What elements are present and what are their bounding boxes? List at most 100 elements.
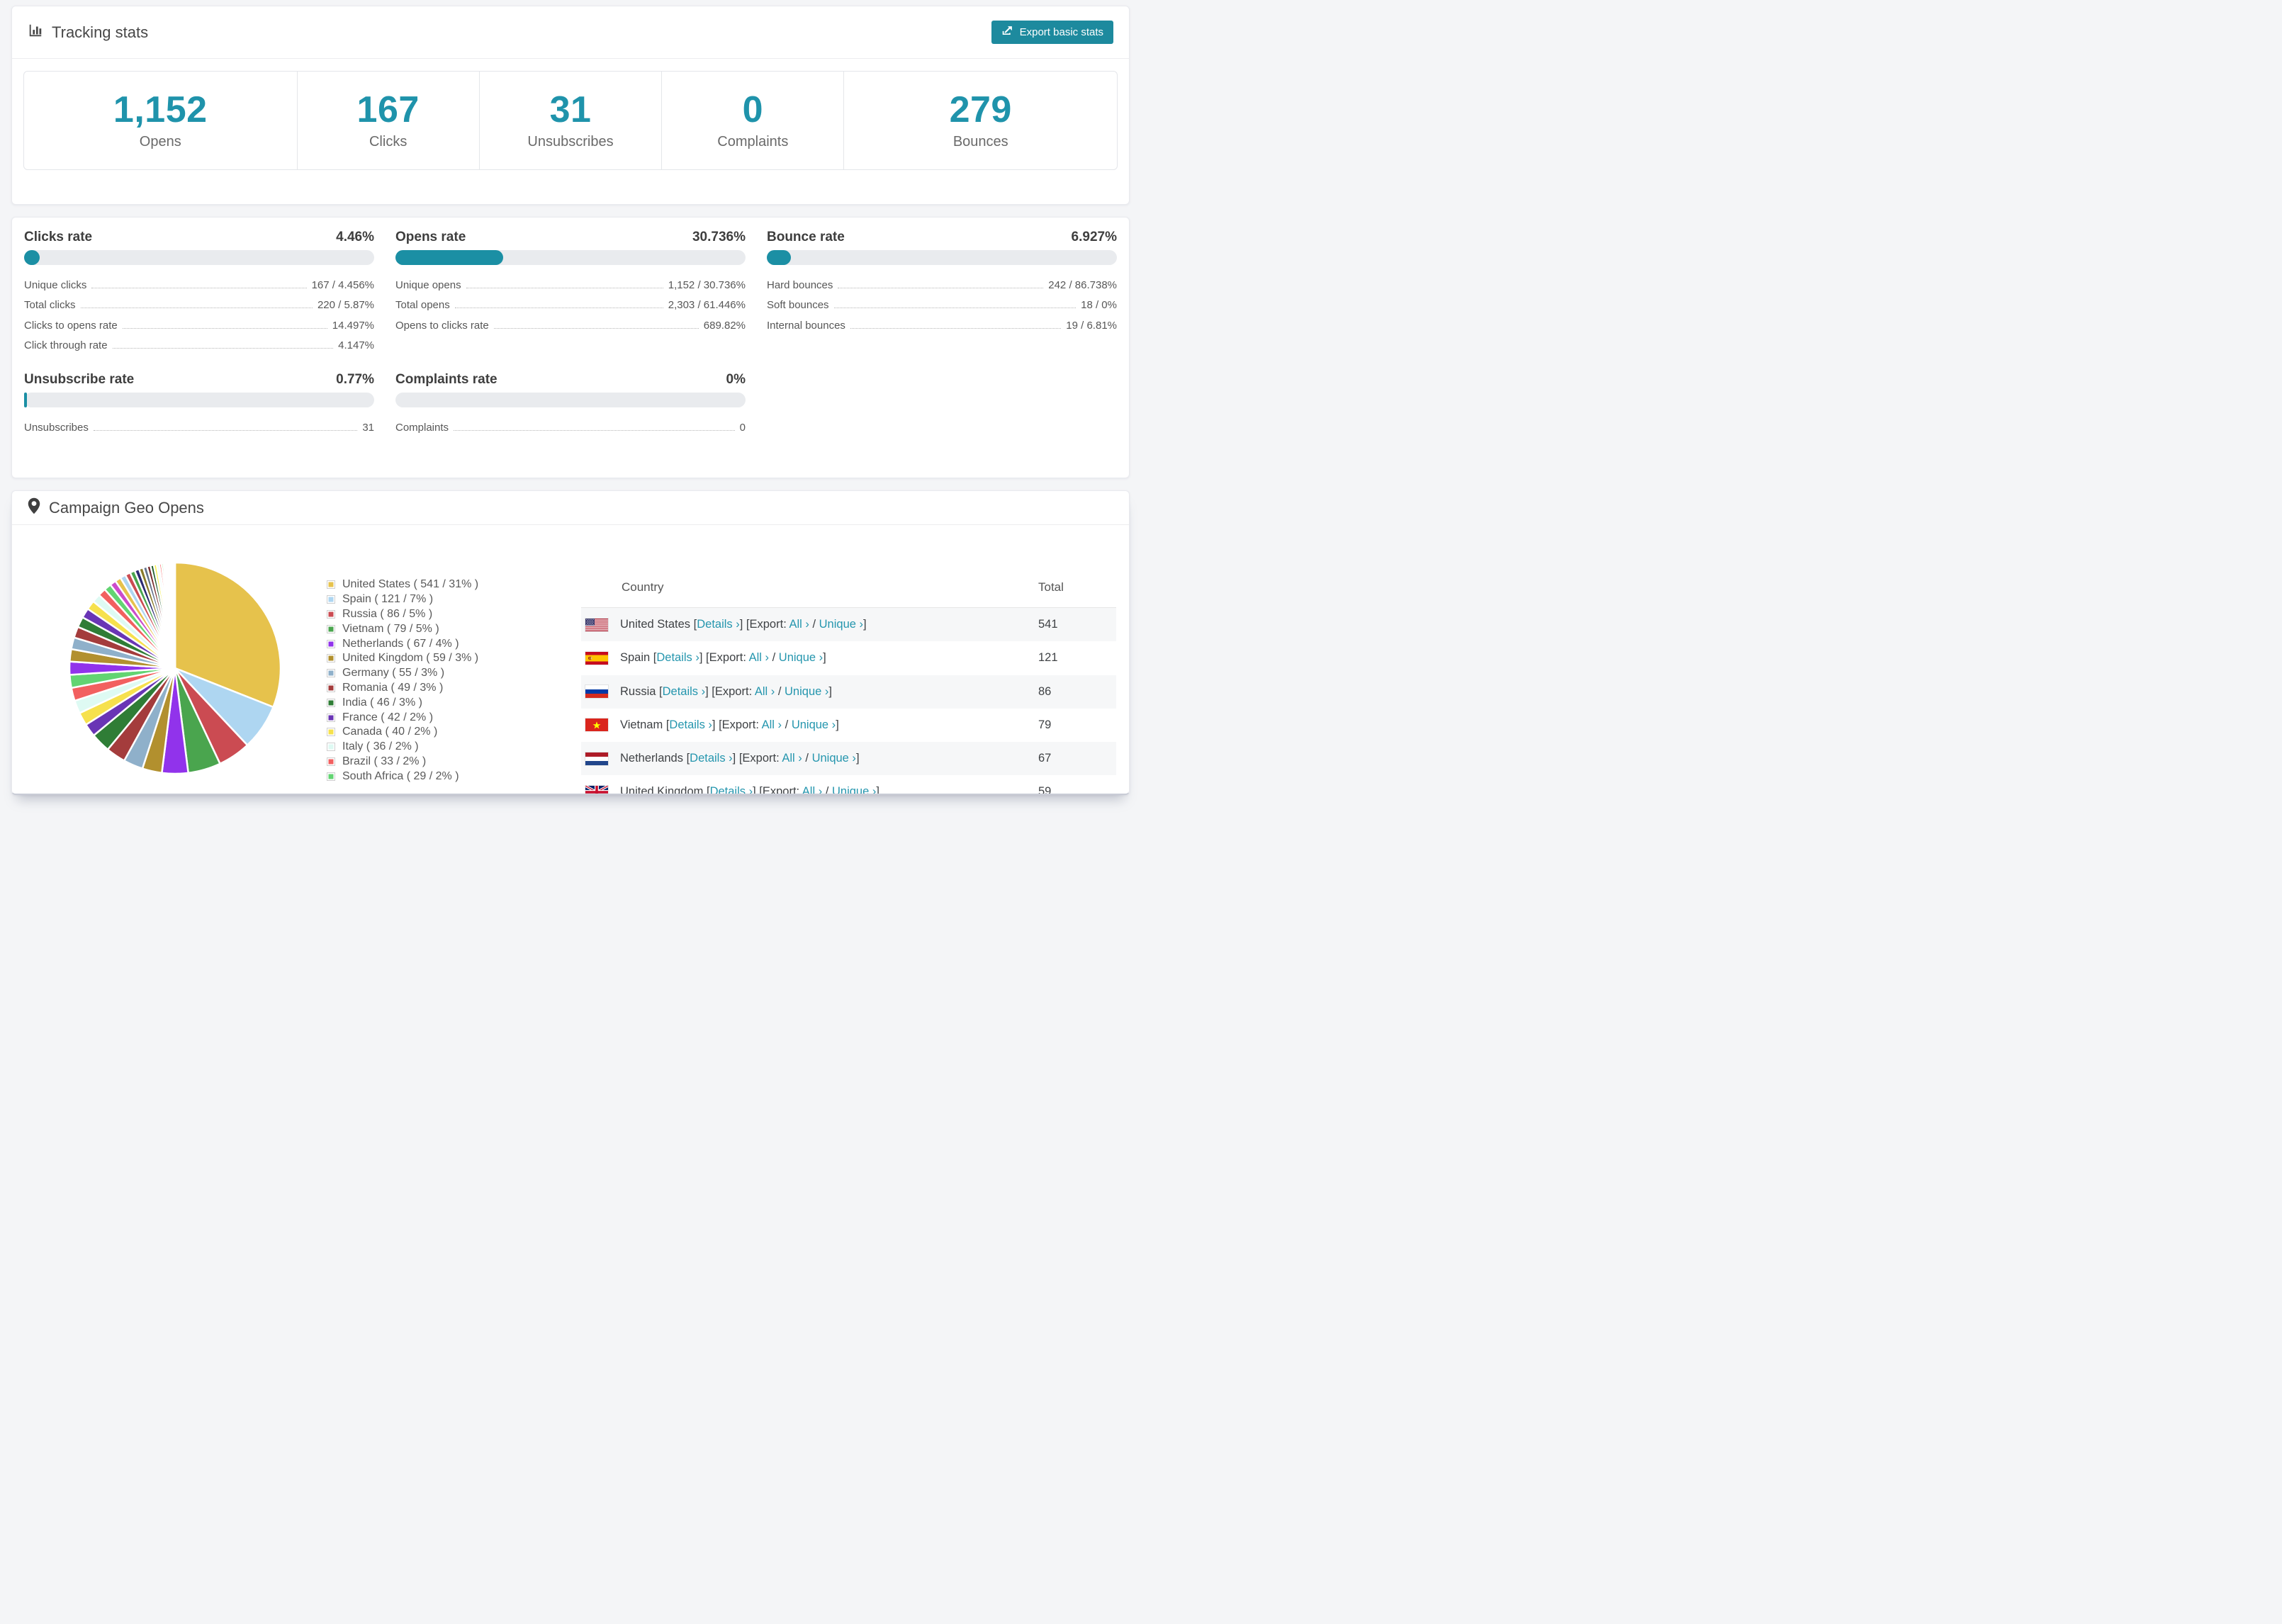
detail-value: 220 / 5.87%	[317, 299, 374, 311]
export-unique-link[interactable]: Unique ›	[812, 752, 856, 765]
details-link[interactable]: Details ›	[697, 618, 740, 631]
pie-legend: United States ( 541 / 31% ) Spain ( 121 …	[327, 577, 478, 784]
legend-item[interactable]: Germany ( 55 / 3% )	[327, 666, 478, 681]
legend-label: Netherlands ( 67 / 4% )	[342, 637, 459, 650]
summary-stat: 167 Clicks	[296, 72, 479, 169]
legend-label: Romania ( 49 / 3% )	[342, 681, 444, 694]
legend-item[interactable]: United Kingdom ( 59 / 3% )	[327, 651, 478, 666]
country-total: 86	[1038, 684, 1052, 698]
legend-color-chip	[327, 683, 335, 692]
legend-color-chip	[327, 595, 335, 604]
export-all-link[interactable]: All ›	[782, 752, 802, 765]
progress-bar-track	[767, 250, 1117, 265]
tracking-dashboard: { "theme": { "accent_button": "#1d8a9e",…	[0, 0, 1141, 812]
legend-item[interactable]: Vietnam ( 79 / 5% )	[327, 621, 478, 636]
stat-label: Clicks	[369, 133, 408, 150]
rate-detail-row: Total opens 2,303 / 61.446%	[395, 294, 746, 315]
legend-color-chip	[327, 728, 335, 737]
legend-label: United Kingdom ( 59 / 3% )	[342, 652, 479, 665]
rate-title: Complaints rate	[395, 372, 498, 387]
details-link[interactable]: Details ›	[669, 718, 712, 731]
legend-item[interactable]: France ( 42 / 2% )	[327, 710, 478, 725]
page-title: Tracking stats	[52, 23, 149, 41]
legend-item[interactable]: Canada ( 40 / 2% )	[327, 725, 478, 740]
legend-item[interactable]: India ( 46 / 3% )	[327, 695, 478, 710]
export-unique-link[interactable]: Unique ›	[785, 685, 828, 698]
country-name: United Kingdom	[620, 785, 704, 795]
export-all-link[interactable]: All ›	[789, 618, 809, 631]
rate-detail-row: Clicks to opens rate 14.497%	[24, 314, 374, 334]
legend-item[interactable]: Italy ( 36 / 2% )	[327, 740, 478, 755]
details-link[interactable]: Details ›	[690, 752, 733, 765]
section-title: Campaign Geo Opens	[49, 498, 204, 517]
legend-color-chip	[327, 743, 335, 752]
table-row: Netherlands [Details ›] [Export: All › /…	[581, 742, 1116, 776]
detail-label: Clicks to opens rate	[24, 319, 118, 332]
export-basic-stats-button[interactable]: Export basic stats	[991, 21, 1113, 44]
legend-label: Vietnam ( 79 / 5% )	[342, 622, 439, 635]
dotted-leader	[112, 348, 334, 349]
detail-label: Soft bounces	[767, 299, 829, 311]
dotted-leader	[850, 327, 1062, 329]
export-all-link[interactable]: All ›	[802, 785, 822, 794]
legend-item[interactable]: Netherlands ( 67 / 4% )	[327, 636, 478, 651]
flag-gb-icon	[585, 785, 608, 794]
export-unique-link[interactable]: Unique ›	[779, 651, 823, 664]
detail-value: 4.147%	[338, 339, 374, 351]
progress-bar-fill	[395, 250, 503, 265]
export-unique-link[interactable]: Unique ›	[792, 718, 836, 731]
details-link[interactable]: Details ›	[663, 685, 706, 698]
detail-label: Opens to clicks rate	[395, 319, 489, 332]
summary-strip: 1,152 Opens 167 Clicks 31 Unsubscribes 0…	[23, 71, 1118, 170]
rate-block: Clicks rate 4.46% Unique clicks 167 / 4.…	[24, 229, 374, 354]
legend-item[interactable]: United States ( 541 / 31% )	[327, 577, 478, 592]
table-header-row: Country Total	[581, 567, 1116, 608]
export-all-link[interactable]: All ›	[755, 685, 775, 698]
export-all-link[interactable]: All ›	[762, 718, 782, 731]
detail-value: 242 / 86.738%	[1048, 278, 1117, 291]
rate-value: 30.736%	[692, 230, 746, 244]
table-row: United Kingdom [Details ›] [Export: All …	[581, 775, 1116, 795]
country-total: 541	[1038, 618, 1058, 631]
stat-value: 31	[549, 89, 592, 130]
map-pin-icon	[28, 497, 40, 518]
detail-label: Total opens	[395, 299, 450, 311]
table-row: United States [Details ›] [Export: All ›…	[581, 608, 1116, 642]
legend-item[interactable]: Brazil ( 33 / 2% )	[327, 755, 478, 769]
progress-bar-track	[24, 393, 374, 407]
legend-label: Russia ( 86 / 5% )	[342, 607, 433, 620]
geo-opens-pie-chart	[69, 562, 281, 774]
flag-us-icon	[585, 618, 608, 631]
legend-color-chip	[327, 624, 335, 633]
legend-item[interactable]: South Africa ( 29 / 2% )	[327, 769, 478, 784]
detail-value: 1,152 / 30.736%	[668, 278, 746, 291]
detail-label: Unsubscribes	[24, 421, 89, 434]
export-all-link[interactable]: All ›	[749, 651, 769, 664]
legend-item[interactable]: Spain ( 121 / 7% )	[327, 592, 478, 607]
rates-card: Clicks rate 4.46% Unique clicks 167 / 4.…	[11, 217, 1130, 478]
legend-color-chip	[327, 772, 335, 781]
details-link[interactable]: Details ›	[710, 785, 753, 794]
country-name: United States	[620, 618, 691, 631]
export-unique-link[interactable]: Unique ›	[832, 785, 876, 794]
legend-item[interactable]: Romania ( 49 / 3% )	[327, 681, 478, 696]
legend-color-chip	[327, 713, 335, 722]
rate-title: Unsubscribe rate	[24, 372, 135, 387]
rate-block: Bounce rate 6.927% Hard bounces 242 / 86…	[767, 229, 1117, 354]
summary-stat: 1,152 Opens	[24, 72, 297, 169]
detail-value: 14.497%	[332, 319, 374, 332]
rate-detail-row: Opens to clicks rate 689.82%	[395, 314, 746, 334]
geo-header: Campaign Geo Opens	[12, 491, 1129, 525]
details-link[interactable]: Details ›	[656, 651, 699, 664]
legend-color-chip	[327, 609, 335, 619]
column-header-country: Country	[622, 580, 664, 594]
legend-item[interactable]: Russia ( 86 / 5% )	[327, 607, 478, 622]
flag-nl-icon	[585, 752, 608, 765]
progress-bar-track	[395, 250, 746, 265]
progress-bar-fill	[24, 250, 40, 265]
detail-label: Complaints	[395, 421, 449, 434]
progress-bar-fill	[24, 393, 27, 407]
detail-value: 19 / 6.81%	[1066, 319, 1117, 332]
stat-value: 1,152	[113, 89, 208, 130]
export-unique-link[interactable]: Unique ›	[819, 618, 863, 631]
